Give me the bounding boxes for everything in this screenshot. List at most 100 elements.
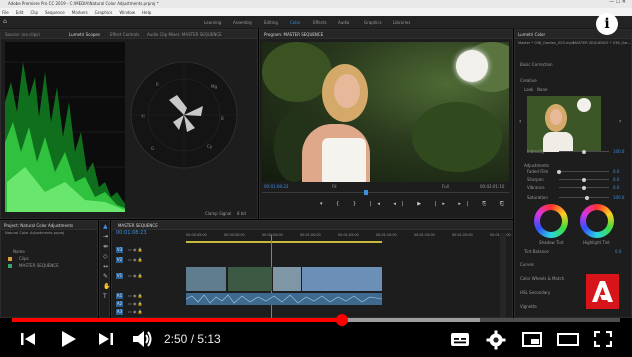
menu-item-markers[interactable]: Markers	[72, 10, 88, 15]
workspace-tab-graphics[interactable]: Graphics	[364, 20, 382, 25]
track-controls[interactable]: ▭ ◉ 🔒	[128, 301, 143, 306]
subtitles-icon[interactable]	[450, 332, 470, 347]
tab-lumetri-scopes[interactable]: Lumetri Scopes	[69, 32, 100, 37]
transport-controls[interactable]: ▾ { } |◂ ◂| ▶ |▸ ▸| ⎘ ⎗ ◉ ▣	[320, 202, 546, 207]
project-item-clips[interactable]: Clips	[19, 256, 29, 261]
track-controls[interactable]: ▭ ◉ 🔒	[128, 273, 143, 278]
menu-item-window[interactable]: Window	[119, 10, 135, 15]
previous-icon[interactable]	[20, 331, 36, 347]
menu-item-clip[interactable]: Clip	[30, 10, 38, 15]
workspace-tab-audio[interactable]: Audio	[338, 20, 349, 25]
project-item-master-sequence[interactable]: MASTER SEQUENCE	[19, 263, 59, 268]
next-icon[interactable]	[98, 331, 114, 347]
section-color-wheels-match[interactable]: Color Wheels & Match	[520, 276, 564, 281]
slider-track-sharpen[interactable]	[559, 177, 609, 182]
track-controls[interactable]: ▭ ◉ 🔒	[128, 257, 143, 262]
slider-knob[interactable]	[584, 195, 589, 200]
program-video-frame[interactable]	[262, 42, 509, 182]
tab-lumetri-color[interactable]: Lumetri Color	[518, 32, 545, 37]
tab-audio-clip-mixer[interactable]: Audio Clip Mixer: MASTER SEQUENCE	[147, 32, 222, 37]
look-select[interactable]: None	[537, 87, 547, 92]
program-timecode[interactable]: 00:01:08:23	[264, 184, 288, 189]
track-target-v3[interactable]: V3	[116, 247, 123, 253]
track-controls[interactable]: ▭ ◉ 🔒	[128, 309, 143, 314]
track-target-v1[interactable]: V1	[116, 273, 123, 279]
home-icon[interactable]: ⌂	[3, 19, 7, 25]
slider-track-saturation[interactable]	[559, 195, 609, 200]
type-tool-icon[interactable]: T	[103, 294, 107, 300]
fullscreen-icon[interactable]	[594, 331, 612, 347]
workspace-tab-color[interactable]: Color	[290, 20, 300, 25]
workspace-tab-libraries[interactable]: Libraries	[393, 20, 410, 25]
tab-source[interactable]: Source: (no clips)	[5, 32, 40, 37]
lumetri-master-clip[interactable]: Master * 036_Garden_003.mp4	[518, 41, 574, 46]
look-prev-icon[interactable]: ‹	[519, 119, 521, 125]
video-clip[interactable]	[186, 267, 226, 291]
slider-value-saturation[interactable]: 100.0	[613, 195, 624, 200]
slider-value-vibrance[interactable]: 0.0	[613, 185, 619, 190]
bit-mode-select[interactable]: 8 bit	[237, 211, 246, 216]
menu-item-edit[interactable]: Edit	[16, 10, 24, 15]
slider-track-vibrance[interactable]	[559, 185, 609, 190]
slider-value-intensity[interactable]: 100.0	[613, 149, 624, 154]
look-preview-thumbnail[interactable]	[527, 96, 601, 152]
workspace-tab-assembly[interactable]: Assembly	[233, 20, 252, 25]
slider-knob[interactable]	[582, 149, 586, 154]
settings-icon[interactable]	[486, 330, 506, 350]
video-clip[interactable]	[302, 267, 382, 291]
tab-program[interactable]: Program: MASTER SEQUENCE	[264, 32, 323, 37]
slider-track-intensity[interactable]	[559, 149, 609, 154]
timeline-ruler[interactable]: 00:00:45:00 00:00:50:00 00:00:55:00 00:01:0…	[186, 233, 511, 241]
selection-tool-icon[interactable]: ▲	[103, 224, 108, 230]
info-icon[interactable]: i	[596, 13, 618, 35]
section-hsl-secondary[interactable]: HSL Secondary	[520, 290, 550, 295]
volume-icon[interactable]	[132, 329, 154, 349]
slider-value-sharpen[interactable]: 0.0	[613, 177, 619, 182]
track-select-icon[interactable]: ⇥	[103, 234, 108, 240]
section-creative[interactable]: Creative	[520, 78, 537, 83]
track-target-v2[interactable]: V2	[116, 257, 123, 263]
slip-tool-icon[interactable]: ↔	[103, 264, 108, 270]
video-clip[interactable]	[228, 267, 272, 291]
workspace-tab-effects[interactable]: Effects	[313, 20, 327, 25]
slider-knob[interactable]	[582, 185, 586, 190]
highlight-tint-wheel[interactable]	[580, 204, 614, 238]
razor-tool-icon[interactable]: ◇	[103, 254, 108, 260]
track-controls[interactable]: ▭ ◉ 🔒	[128, 247, 143, 252]
zoom-select[interactable]: Fit	[332, 184, 337, 189]
section-basic-correction[interactable]: Basic Correction	[520, 62, 553, 67]
look-next-icon[interactable]: ›	[619, 119, 621, 125]
menu-item-sequence[interactable]: Sequence	[45, 10, 65, 15]
play-icon[interactable]	[58, 329, 78, 349]
slider-knob[interactable]	[557, 169, 561, 174]
work-area-bar[interactable]	[186, 241, 382, 243]
tab-effect-controls[interactable]: Effect Controls	[110, 32, 139, 37]
menu-item-file[interactable]: File	[2, 10, 9, 15]
timeline-timecode[interactable]: 00:01:08:23	[116, 231, 147, 236]
timeline-scrollbar[interactable]	[500, 233, 506, 317]
theater-icon[interactable]	[557, 333, 579, 346]
video-clip[interactable]	[273, 267, 301, 291]
adjustments-label[interactable]: Adjustments	[524, 163, 549, 168]
track-target-a3[interactable]: A3	[116, 309, 123, 315]
track-target-a1[interactable]: A1	[116, 293, 123, 299]
tab-project[interactable]: Project: Natural Color Adjustments	[4, 223, 73, 228]
lumetri-sequence-clip[interactable]: MASTER SEQUENCE * 036_Gar...	[573, 41, 631, 46]
workspace-tab-editing[interactable]: Editing	[264, 20, 278, 25]
project-column-name[interactable]: Name	[13, 249, 25, 254]
pen-tool-icon[interactable]: ✎	[103, 274, 108, 280]
section-curves[interactable]: Curves	[520, 262, 534, 267]
tab-master-sequence[interactable]: MASTER SEQUENCE	[118, 223, 158, 228]
quality-select[interactable]: Full	[442, 184, 449, 189]
program-playhead[interactable]	[364, 190, 368, 195]
section-vignette[interactable]: Vignette	[520, 304, 537, 309]
clamp-signal-label[interactable]: Clamp Signal	[205, 211, 231, 216]
ripple-edit-icon[interactable]: ⇹	[103, 244, 108, 250]
hand-tool-icon[interactable]: ✋	[103, 284, 110, 290]
window-controls[interactable]: — ☐ ✕	[609, 0, 626, 5]
slider-value-faded-film[interactable]: 0.0	[613, 169, 619, 174]
shadow-tint-wheel[interactable]	[534, 204, 568, 238]
menu-item-help[interactable]: Help	[142, 10, 151, 15]
tint-balance-value[interactable]: 0.0	[615, 249, 621, 254]
track-target-a2[interactable]: A2	[116, 301, 123, 307]
